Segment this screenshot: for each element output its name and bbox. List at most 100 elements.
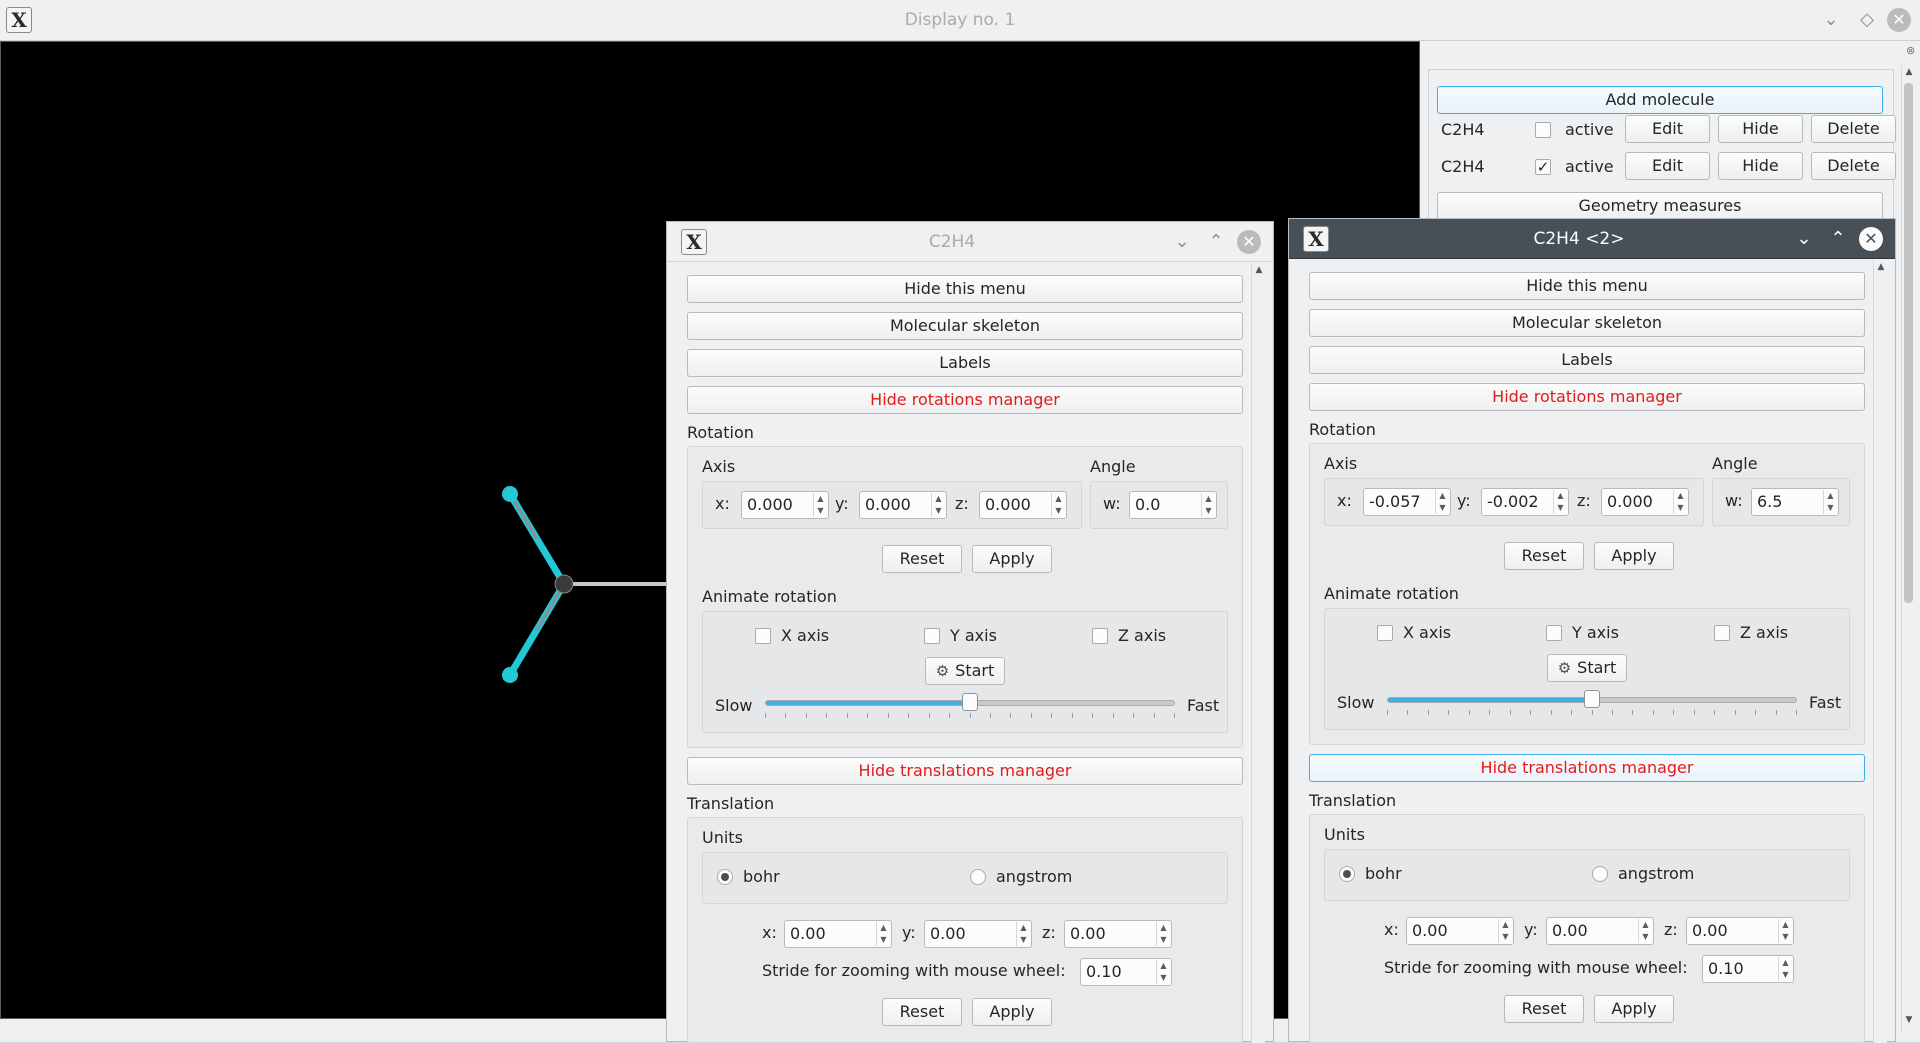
molecule-2-delete-button[interactable]: Delete xyxy=(1811,152,1896,180)
z-axis-checkbox[interactable] xyxy=(1714,625,1730,641)
translation-y-spinbox[interactable]: 0.00 ▲ ▼ xyxy=(924,920,1032,948)
y-axis-checkbox[interactable] xyxy=(1546,625,1562,641)
spin-arrows-icon[interactable]: ▲ ▼ xyxy=(813,493,827,517)
spin-arrows-icon[interactable]: ▲ ▼ xyxy=(1051,493,1065,517)
editor-2-scrollbar[interactable]: ▲ xyxy=(1873,260,1887,1043)
maximize-icon[interactable]: ⌃ xyxy=(1827,229,1849,249)
spin-arrows-icon[interactable]: ▲ ▼ xyxy=(1778,919,1792,943)
x-window-logo-icon[interactable]: X xyxy=(1303,226,1329,252)
bohr-radio[interactable] xyxy=(717,869,733,885)
translation-x-spinbox[interactable]: 0.00 ▲ ▼ xyxy=(784,920,892,948)
main-titlebar[interactable]: X Display no. 1 ⌄ ◇ ✕ xyxy=(0,0,1920,41)
editor-1-scrollbar[interactable]: ▲ xyxy=(1251,263,1265,1043)
axis-x-spinbox[interactable]: -0.057 ▲ ▼ xyxy=(1363,488,1451,516)
speed-slider-handle[interactable] xyxy=(1584,690,1600,708)
molecule-2-edit-button[interactable]: Edit xyxy=(1625,152,1710,180)
spin-arrows-icon[interactable]: ▲ ▼ xyxy=(1638,919,1652,943)
editor-1-titlebar[interactable]: X C2H4 ⌄ ⌃ ✕ xyxy=(667,222,1273,262)
minimize-icon[interactable]: ⌄ xyxy=(1171,232,1193,252)
molecule-1-delete-button[interactable]: Delete xyxy=(1811,115,1896,143)
spin-arrows-icon[interactable]: ▲ ▼ xyxy=(931,493,945,517)
x-axis-checkbox[interactable] xyxy=(1377,625,1393,641)
restore-icon[interactable]: ◇ xyxy=(1856,10,1878,30)
y-axis-checkbox[interactable] xyxy=(924,628,940,644)
editor-2-titlebar[interactable]: X C2H4 <2> ⌄ ⌃ ✕ xyxy=(1289,219,1895,259)
spin-arrows-icon[interactable]: ▲ ▼ xyxy=(1016,922,1030,946)
spin-arrows-icon[interactable]: ▲ ▼ xyxy=(876,922,890,946)
minimize-icon[interactable]: ⌄ xyxy=(1793,229,1815,249)
bohr-radio[interactable] xyxy=(1339,866,1355,882)
axis-y-spinbox[interactable]: 0.000 ▲ ▼ xyxy=(859,491,947,519)
translation-reset-button[interactable]: Reset xyxy=(882,998,962,1026)
close-icon[interactable]: ✕ xyxy=(1887,8,1911,32)
angle-w-spinbox[interactable]: 0.0 ▲ ▼ xyxy=(1129,491,1217,519)
scroll-up-icon[interactable]: ▲ xyxy=(1874,262,1888,272)
rotation-apply-button[interactable]: Apply xyxy=(972,545,1052,573)
spin-arrows-icon[interactable]: ▲ ▼ xyxy=(1673,490,1687,514)
translation-apply-button[interactable]: Apply xyxy=(1594,995,1674,1023)
angstrom-radio[interactable] xyxy=(1592,866,1608,882)
labels-button[interactable]: Labels xyxy=(687,349,1243,377)
stride-spinbox[interactable]: 0.10 ▲ ▼ xyxy=(1702,955,1794,983)
hide-translations-button[interactable]: Hide translations manager xyxy=(1309,754,1865,782)
close-icon[interactable]: ✕ xyxy=(1859,227,1883,251)
molecular-skeleton-button[interactable]: Molecular skeleton xyxy=(1309,309,1865,337)
translation-y-spinbox[interactable]: 0.00 ▲ ▼ xyxy=(1546,917,1654,945)
axis-y-label: y: xyxy=(835,494,849,513)
hide-menu-button[interactable]: Hide this menu xyxy=(1309,272,1865,300)
angle-w-spinbox[interactable]: 6.5 ▲ ▼ xyxy=(1751,488,1839,516)
z-axis-checkbox[interactable] xyxy=(1092,628,1108,644)
hide-rotations-button[interactable]: Hide rotations manager xyxy=(1309,383,1865,411)
slider-tick xyxy=(1734,710,1736,715)
molecule-2-active-checkbox[interactable]: ✓ xyxy=(1535,159,1551,175)
close-icon[interactable]: ✕ xyxy=(1237,230,1261,254)
spin-arrows-icon[interactable]: ▲ ▼ xyxy=(1778,957,1792,981)
x-axis-checkbox[interactable] xyxy=(755,628,771,644)
add-molecule-button[interactable]: Add molecule xyxy=(1437,86,1883,114)
panel-detach-icon[interactable]: ⊗ xyxy=(1906,44,1915,57)
scroll-up-icon[interactable]: ▲ xyxy=(1902,67,1916,77)
hide-rotations-button[interactable]: Hide rotations manager xyxy=(687,386,1243,414)
labels-button[interactable]: Labels xyxy=(1309,346,1865,374)
axis-y-spinbox[interactable]: -0.002 ▲ ▼ xyxy=(1481,488,1569,516)
maximize-icon[interactable]: ⌃ xyxy=(1205,232,1227,252)
scroll-down-icon[interactable]: ▼ xyxy=(1902,1015,1916,1025)
spin-arrows-icon[interactable]: ▲ ▼ xyxy=(1201,493,1215,517)
translation-x-spinbox[interactable]: 0.00 ▲ ▼ xyxy=(1406,917,1514,945)
translation-z-spinbox[interactable]: 0.00 ▲ ▼ xyxy=(1064,920,1172,948)
translation-z-spinbox[interactable]: 0.00 ▲ ▼ xyxy=(1686,917,1794,945)
spin-arrows-icon[interactable]: ▲ ▼ xyxy=(1553,490,1567,514)
panel-scrollbar[interactable]: ▲ ▼ xyxy=(1901,65,1915,1033)
spin-arrows-icon[interactable]: ▲ ▼ xyxy=(1156,922,1170,946)
x-window-logo-icon[interactable]: X xyxy=(681,229,707,255)
translation-apply-button[interactable]: Apply xyxy=(972,998,1052,1026)
spin-arrows-icon[interactable]: ▲ ▼ xyxy=(1435,490,1449,514)
spin-arrows-icon[interactable]: ▲ ▼ xyxy=(1156,960,1170,984)
rotation-reset-button[interactable]: Reset xyxy=(882,545,962,573)
spin-arrows-icon[interactable]: ▲ ▼ xyxy=(1823,490,1837,514)
geometry-measures-button[interactable]: Geometry measures xyxy=(1437,192,1883,220)
molecule-1-edit-button[interactable]: Edit xyxy=(1625,115,1710,143)
rotation-apply-button[interactable]: Apply xyxy=(1594,542,1674,570)
rotation-reset-button[interactable]: Reset xyxy=(1504,542,1584,570)
hide-menu-button[interactable]: Hide this menu xyxy=(687,275,1243,303)
axis-x-spinbox[interactable]: 0.000 ▲ ▼ xyxy=(741,491,829,519)
x-window-logo-icon[interactable]: X xyxy=(6,7,32,33)
molecular-skeleton-button[interactable]: Molecular skeleton xyxy=(687,312,1243,340)
speed-slider-handle[interactable] xyxy=(962,693,978,711)
axis-z-spinbox[interactable]: 0.000 ▲ ▼ xyxy=(979,491,1067,519)
molecule-1-active-checkbox[interactable] xyxy=(1535,122,1551,138)
angstrom-radio[interactable] xyxy=(970,869,986,885)
molecule-1-hide-button[interactable]: Hide xyxy=(1718,115,1803,143)
scroll-up-icon[interactable]: ▲ xyxy=(1252,265,1266,275)
start-animation-button[interactable]: ⚙ Start xyxy=(1547,654,1627,682)
start-animation-button[interactable]: ⚙ Start xyxy=(925,657,1005,685)
scrollbar-thumb[interactable] xyxy=(1904,83,1913,603)
minimize-icon[interactable]: ⌄ xyxy=(1820,10,1842,30)
hide-translations-button[interactable]: Hide translations manager xyxy=(687,757,1243,785)
stride-spinbox[interactable]: 0.10 ▲ ▼ xyxy=(1080,958,1172,986)
molecule-2-hide-button[interactable]: Hide xyxy=(1718,152,1803,180)
translation-reset-button[interactable]: Reset xyxy=(1504,995,1584,1023)
axis-z-spinbox[interactable]: 0.000 ▲ ▼ xyxy=(1601,488,1689,516)
spin-arrows-icon[interactable]: ▲ ▼ xyxy=(1498,919,1512,943)
